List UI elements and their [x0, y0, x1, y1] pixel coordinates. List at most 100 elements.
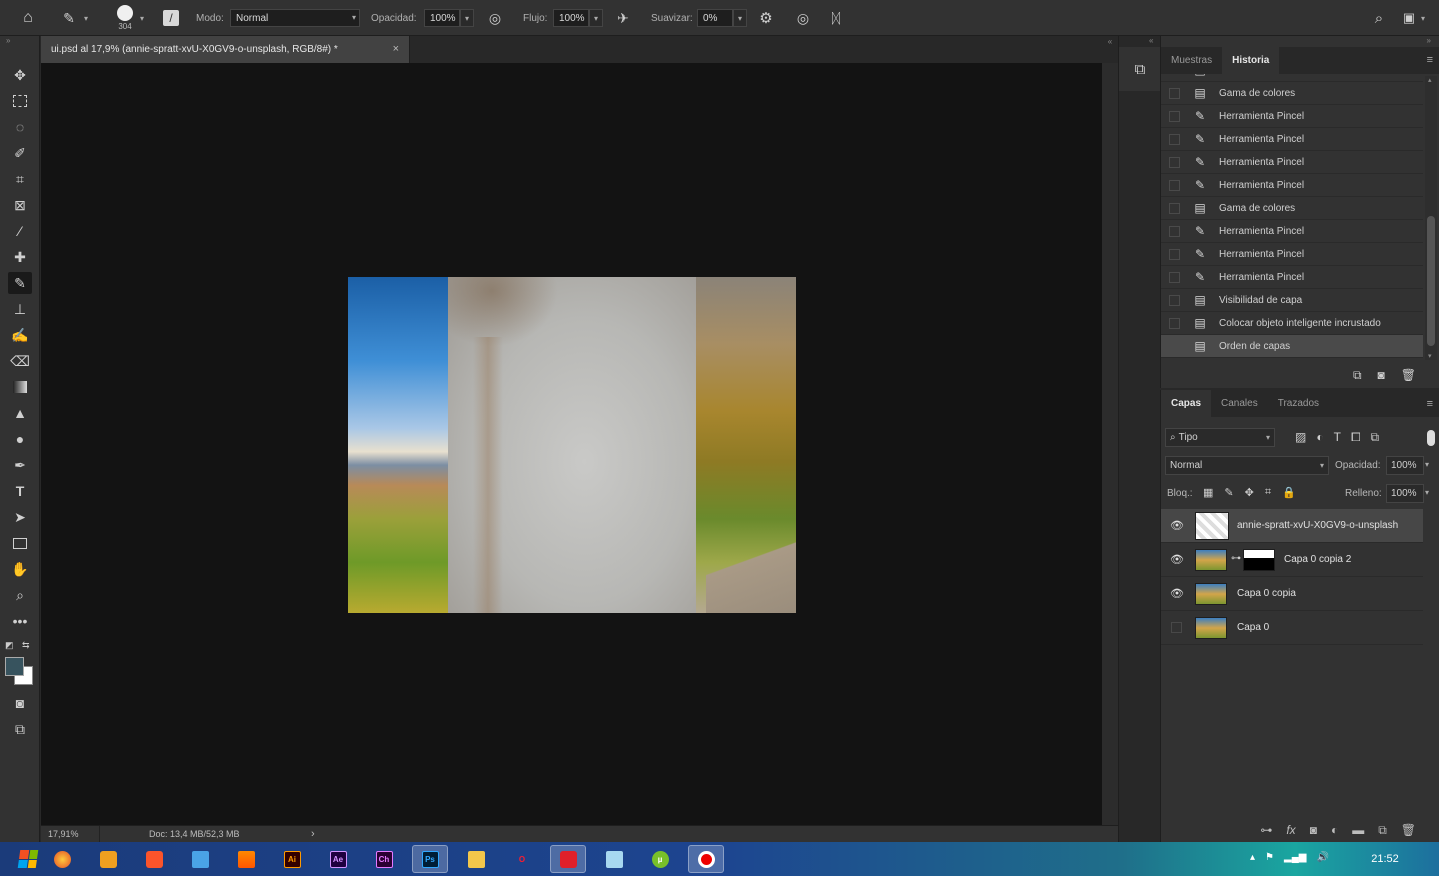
layer-opacity-input[interactable]: 100% — [1386, 456, 1424, 475]
tab-channels[interactable]: Canales — [1211, 390, 1268, 417]
document-canvas[interactable] — [348, 277, 796, 613]
firefox-button[interactable] — [44, 845, 80, 873]
tab-paths[interactable]: Trazados — [1268, 390, 1329, 417]
trash-icon[interactable]: 🗑 — [1401, 368, 1416, 382]
layer-style-fx-icon[interactable]: fx — [1286, 823, 1295, 837]
show-hidden-icons-icon[interactable]: ▴ — [1250, 852, 1255, 863]
history-panel-icon[interactable]: ⧉ — [1119, 47, 1161, 91]
screen-mode-icon[interactable]: ⧉ — [8, 718, 32, 740]
document-tab[interactable]: ui.psd al 17,9% (annie-spratt-xvU-X0GV9-… — [41, 36, 410, 63]
scroll-thumb[interactable] — [1427, 216, 1435, 346]
brush-settings-panel-icon[interactable]: / — [160, 0, 182, 36]
layer-opacity-chevron-icon[interactable]: ▾ — [1425, 460, 1429, 469]
smart-object-filter-icon[interactable]: ⧉ — [1371, 430, 1380, 445]
eraser-tool-icon[interactable]: ⌫ — [8, 350, 32, 372]
new-group-folder-icon[interactable]: ▬ — [1352, 823, 1364, 837]
history-item[interactable]: ▤ Visibilidad de capa — [1161, 289, 1423, 312]
shape-filter-icon[interactable]: ⧠ — [1351, 430, 1361, 445]
app-button[interactable] — [90, 845, 126, 873]
notes-button[interactable] — [596, 845, 632, 873]
tab-layers[interactable]: Capas — [1161, 390, 1212, 417]
explorer-button[interactable] — [458, 845, 494, 873]
collapse-chevrons-icon[interactable]: » — [6, 36, 10, 45]
new-layer-icon[interactable]: ⧉ — [1378, 823, 1387, 838]
symmetry-butterfly-icon[interactable]: ᛞ — [826, 0, 846, 36]
layer-mask-thumbnail[interactable] — [1243, 549, 1275, 571]
snapshot-checkbox[interactable] — [1169, 294, 1180, 306]
snapshot-checkbox[interactable] — [1169, 340, 1180, 352]
healing-brush-tool-icon[interactable]: ✚ — [8, 246, 32, 268]
zoom-level[interactable]: 17,91% — [48, 829, 79, 839]
opacity-input[interactable]: 100% — [424, 9, 460, 27]
snapshot-checkbox[interactable] — [1169, 179, 1180, 191]
mode-select[interactable]: Normal ▾ — [230, 9, 360, 27]
pressure-size-icon[interactable]: ◎ — [792, 0, 814, 36]
snapshot-checkbox[interactable] — [1169, 156, 1180, 168]
volume-icon[interactable]: 🔊 — [1316, 852, 1328, 863]
layer-row[interactable]: 👁 annie-spratt-xvU-X0GV9-o-unsplash — [1161, 509, 1423, 543]
snapshot-checkbox[interactable] — [1169, 271, 1180, 283]
calculator-button[interactable] — [182, 845, 218, 873]
type-filter-icon[interactable]: T — [1334, 430, 1341, 445]
new-document-from-state-icon[interactable]: ⧉ — [1353, 368, 1362, 383]
lock-transparent-pixels-icon[interactable]: ▦ — [1203, 486, 1213, 499]
camera-icon[interactable]: ◙ — [1378, 368, 1385, 382]
link-layers-icon[interactable]: ⊶ — [1260, 823, 1272, 837]
frame-tool-icon[interactable]: ⊠ — [8, 194, 32, 216]
history-brush-tool-icon[interactable]: ✍ — [8, 324, 32, 346]
history-item[interactable]: ✎ Herramienta Pincel — [1161, 174, 1423, 197]
preset-chevron-down-icon[interactable]: ▾ — [84, 0, 96, 36]
app-red-button[interactable] — [550, 845, 586, 873]
smoothing-chevron-down-icon[interactable]: ▾ — [733, 9, 747, 27]
history-item[interactable]: ▤ Colocar objeto inteligente incrustado — [1161, 312, 1423, 335]
collapse-chevrons-icon[interactable]: » — [1427, 36, 1431, 45]
status-menu-chevron-icon[interactable]: › — [311, 828, 315, 840]
flow-input[interactable]: 100% — [553, 9, 589, 27]
eye-visibility-icon[interactable]: 👁 — [1170, 520, 1184, 532]
opacity-chevron-down-icon[interactable]: ▾ — [460, 9, 474, 27]
trash-icon[interactable]: 🗑 — [1401, 823, 1416, 837]
smoothing-input[interactable]: 0% — [697, 9, 733, 27]
history-item[interactable]: ✎ Herramienta Pincel — [1161, 105, 1423, 128]
default-colors-icon[interactable]: ◩ — [5, 640, 14, 651]
app-ae-button[interactable]: Ae — [320, 845, 356, 873]
hand-tool-icon[interactable]: ✋ — [8, 558, 32, 580]
workspace-icon[interactable]: ▣ — [1399, 0, 1419, 36]
brush-size-chevron-down-icon[interactable]: ▾ — [140, 0, 150, 36]
brave-button[interactable] — [136, 845, 172, 873]
filter-toggle[interactable] — [1427, 430, 1435, 446]
marquee-tool-icon[interactable] — [8, 90, 32, 112]
canvas-area[interactable] — [41, 63, 1102, 825]
quick-selection-tool-icon[interactable]: ✐ — [8, 142, 32, 164]
app-ai-button[interactable]: Ai — [274, 845, 310, 873]
network-icon[interactable]: ▂▄▆ — [1284, 852, 1306, 863]
utorrent-button[interactable]: µ — [642, 845, 678, 873]
clock[interactable]: 21:52 — [1363, 842, 1407, 876]
snapshot-checkbox[interactable] — [1169, 202, 1180, 214]
eye-visibility-icon[interactable]: 👁 — [1170, 588, 1184, 600]
layer-row[interactable]: Capa 0 — [1161, 611, 1423, 645]
tab-history[interactable]: Historia — [1222, 47, 1280, 74]
move-tool-icon[interactable]: ✥ — [8, 64, 32, 86]
adjustment-layer-icon[interactable]: ◐ — [1331, 823, 1338, 837]
vlc-button[interactable] — [228, 845, 264, 873]
quick-mask-icon[interactable]: ◙ — [8, 692, 32, 714]
flag-icon[interactable]: ⚑ — [1265, 852, 1274, 863]
snapshot-checkbox[interactable] — [1169, 87, 1180, 99]
zoom-tool-icon[interactable]: ⌕ — [8, 584, 32, 606]
snapshot-checkbox[interactable] — [1169, 110, 1180, 122]
history-item[interactable]: ✎ Herramienta Pincel — [1161, 243, 1423, 266]
layer-row[interactable]: 👁 ⊶ Capa 0 copia 2 — [1161, 543, 1423, 577]
history-item[interactable]: ✎ Herramienta Pincel — [1161, 220, 1423, 243]
lock-position-icon[interactable]: ✥ — [1245, 486, 1254, 499]
history-item[interactable]: ▤ Orden de capas — [1161, 335, 1423, 358]
history-item[interactable]: ✎ Herramienta Pincel — [1161, 151, 1423, 174]
app-ps-button[interactable]: Ps — [412, 845, 448, 873]
eye-visibility-icon[interactable]: 👁 — [1170, 554, 1184, 566]
vertical-scrollbar[interactable] — [1102, 63, 1118, 825]
blend-mode-select[interactable]: Normal ▾ — [1165, 456, 1329, 475]
history-item[interactable]: ✎ Herramienta Pincel — [1161, 266, 1423, 289]
snapshot-checkbox[interactable] — [1169, 248, 1180, 260]
collapse-chevrons-icon[interactable]: « — [1149, 36, 1153, 45]
tab-swatches[interactable]: Muestras — [1161, 47, 1222, 74]
